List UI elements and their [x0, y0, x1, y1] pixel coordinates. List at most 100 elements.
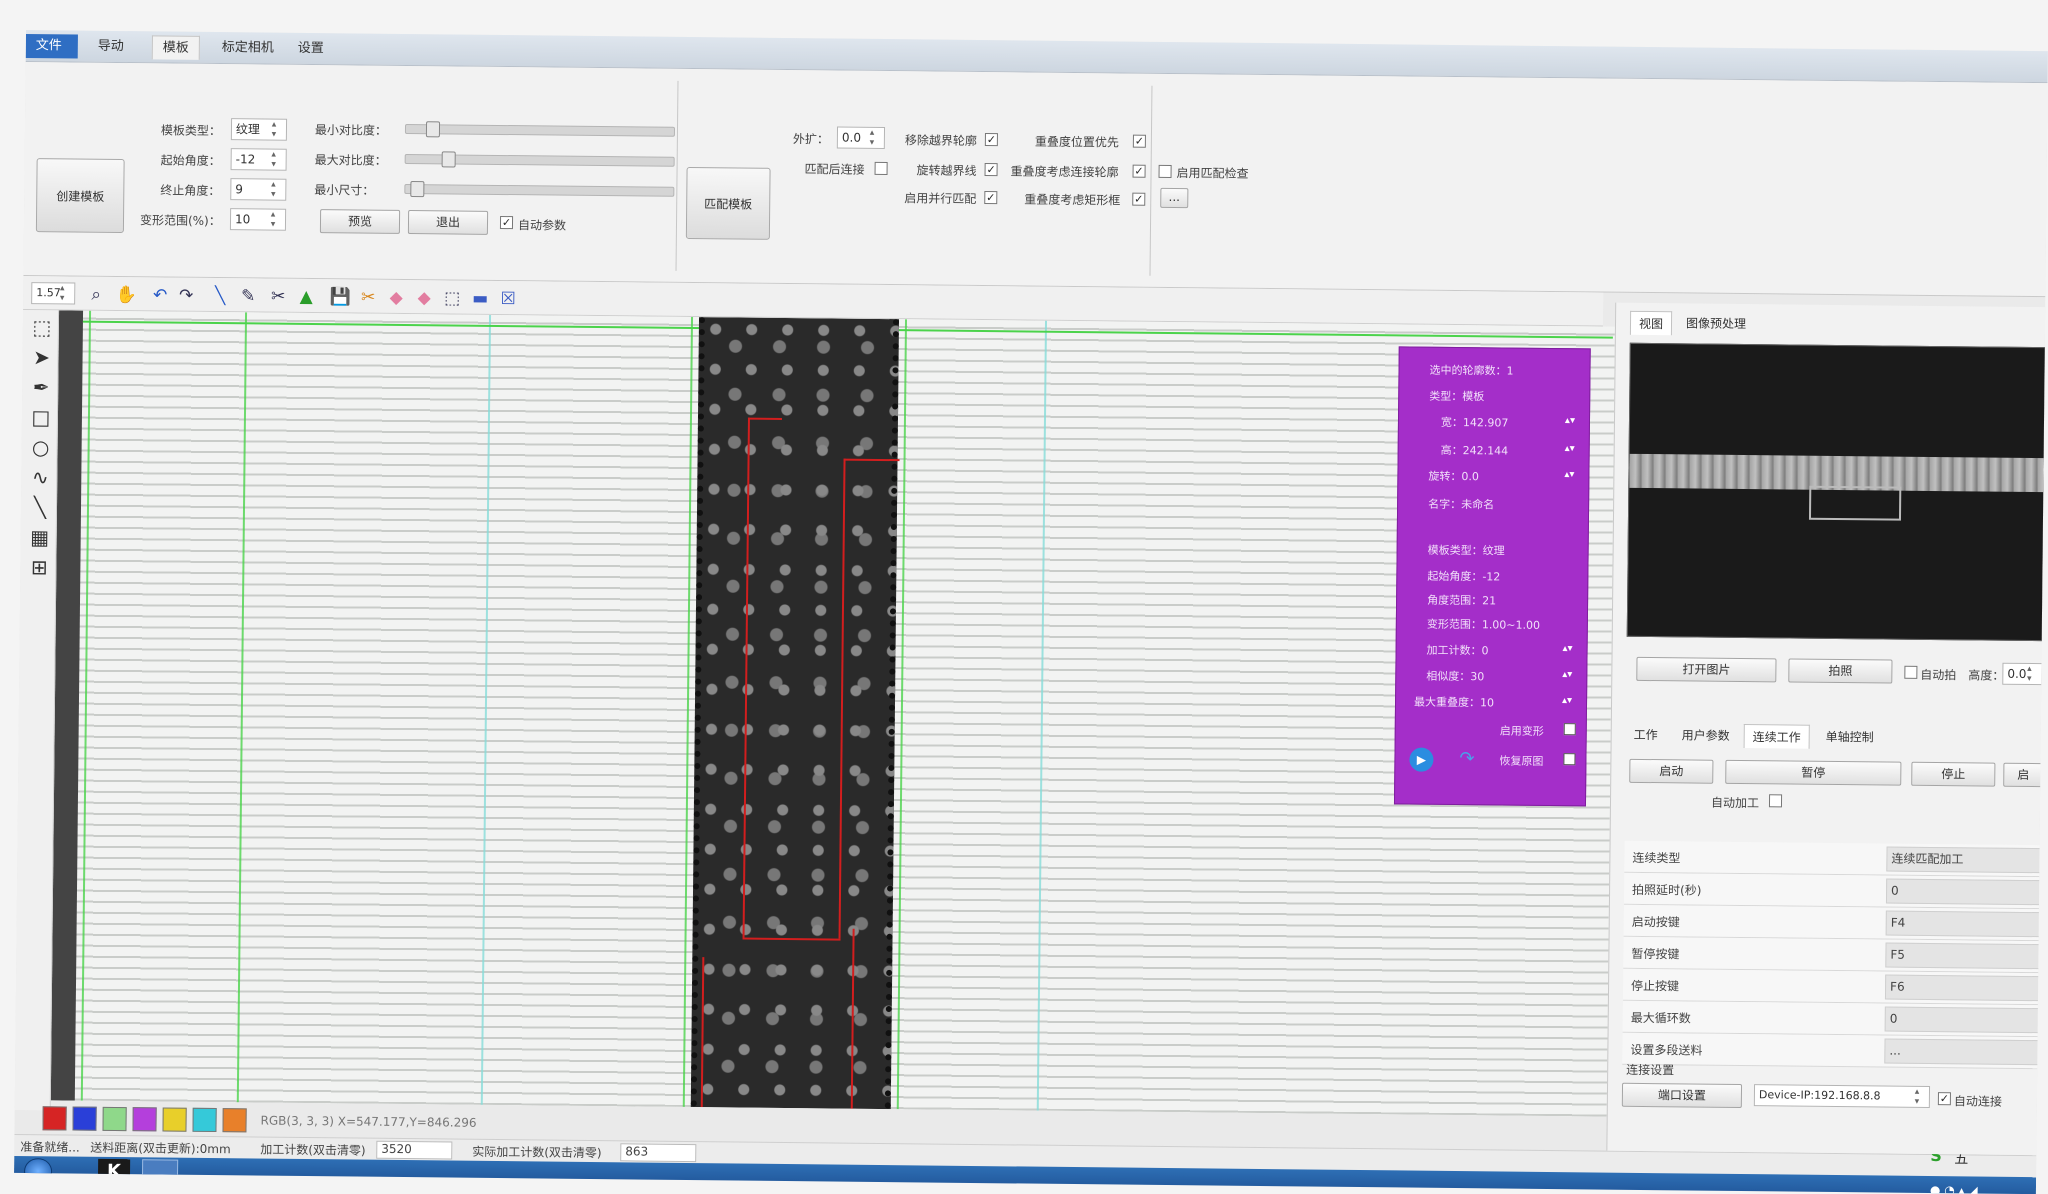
similarity-text[interactable]: 相似度：30 [1426, 668, 1484, 685]
redo-icon[interactable]: ↷ [175, 285, 197, 307]
port-settings-button[interactable]: 端口设置 [1622, 1083, 1742, 1108]
array-icon[interactable]: ⊞ [26, 554, 52, 580]
tab-user-params[interactable]: 用户参数 [1674, 723, 1738, 748]
color-swatch-purple[interactable] [132, 1107, 156, 1131]
play-icon[interactable]: ▶ [1409, 748, 1433, 772]
overlap-frame-checkbox[interactable]: ✓ [1132, 193, 1145, 206]
eraser-alt-icon[interactable]: ◆ [413, 287, 435, 309]
scissors-icon[interactable]: ✂ [267, 286, 289, 308]
pause-button[interactable]: 暂停 [1725, 760, 1901, 786]
create-template-button[interactable]: 创建模板 [36, 158, 125, 233]
enable-deform-checkbox[interactable] [1564, 723, 1576, 735]
preview-button[interactable]: 预览 [320, 209, 400, 234]
deform-range-input[interactable]: 10 [230, 208, 286, 231]
tab-continuous-work[interactable]: 连续工作 [1744, 724, 1810, 749]
rect-close-icon[interactable]: ☒ [497, 288, 519, 310]
pointer-icon[interactable]: ➤ [28, 344, 54, 370]
color-swatch-red[interactable] [42, 1106, 66, 1130]
redo-arrow-icon[interactable]: ↷ [1459, 748, 1474, 769]
line-icon[interactable]: ╲ [27, 494, 53, 520]
property-value[interactable]: 0 [1886, 879, 2046, 906]
tpl-type-text[interactable]: 模板类型：纹理 [1428, 542, 1505, 559]
exit-button[interactable]: 退出 [408, 210, 488, 235]
process-count-spinner-icon[interactable]: ▴▾ [1563, 643, 1573, 654]
rotation-spinner-icon[interactable]: ▴▾ [1564, 469, 1574, 480]
auto-param-checkbox[interactable]: ✓ [500, 216, 513, 229]
feed-distance[interactable]: 送料距离(双击更新):0mm [90, 1139, 231, 1157]
pipette-icon[interactable]: ✎ [237, 285, 259, 307]
zoom-input[interactable]: 1.57 [31, 282, 75, 304]
match-connect-checkbox[interactable] [875, 162, 888, 175]
tab-settings[interactable]: 设置 [288, 37, 334, 61]
start-button[interactable]: 启动 [1629, 759, 1713, 784]
auto-connect-checkbox[interactable]: ✓ [1938, 1092, 1951, 1105]
auto-process-checkbox[interactable] [1769, 794, 1782, 807]
color-swatch-yellow[interactable] [162, 1107, 186, 1131]
parallel-match-checkbox[interactable]: ✓ [984, 191, 997, 204]
save-icon[interactable]: 💾 [329, 286, 351, 308]
color-swatch-cyan[interactable] [192, 1108, 216, 1132]
width-spinner-icon[interactable]: ▴▾ [1565, 415, 1575, 426]
tab-template[interactable]: 模板 [152, 35, 200, 60]
cut-path-icon[interactable]: ✂ [357, 286, 379, 308]
tab-calibrate-camera[interactable]: 标定相机 [212, 36, 284, 61]
expand-input[interactable]: 0.0 [837, 126, 885, 149]
line-tool-icon[interactable]: ╲ [209, 285, 231, 307]
capture-button[interactable]: 拍照 [1788, 658, 1892, 683]
tab-work[interactable]: 工作 [1626, 723, 1666, 747]
start-angle-input[interactable]: -12 [231, 148, 287, 171]
property-value[interactable]: F5 [1885, 943, 2045, 970]
work-canvas[interactable] [51, 310, 1615, 1116]
undo-icon[interactable]: ↶ [149, 284, 171, 306]
eraser-icon[interactable]: ◆ [385, 287, 407, 309]
overlap-priority-checkbox[interactable]: ✓ [1133, 135, 1146, 148]
rectangle-icon[interactable]: □ [28, 404, 54, 430]
height-text[interactable]: 高：242.144 [1441, 442, 1509, 459]
min-contrast-thumb[interactable] [426, 121, 440, 137]
max-contrast-thumb[interactable] [441, 151, 455, 167]
tab-image-preprocess[interactable]: 图像预处理 [1678, 311, 1754, 336]
remove-border-contour-checkbox[interactable]: ✓ [985, 133, 998, 146]
circle-icon[interactable]: ○ [27, 434, 53, 460]
max-overlap-text[interactable]: 最大重叠度：10 [1414, 694, 1494, 711]
process-count-value[interactable]: 3520 [376, 1141, 452, 1160]
auto-capture-checkbox[interactable] [1904, 666, 1917, 679]
device-select[interactable]: Device-IP:192.168.8.8 [1754, 1084, 1930, 1108]
width-text[interactable]: 宽：142.907 [1441, 414, 1509, 431]
app-k-icon[interactable]: K [98, 1159, 130, 1185]
tab-single-axis[interactable]: 单轴控制 [1818, 725, 1882, 750]
height-input[interactable]: 0.0 [2002, 663, 2042, 685]
similarity-spinner-icon[interactable]: ▴▾ [1562, 669, 1572, 680]
max-overlap-spinner-icon[interactable]: ▴▾ [1562, 695, 1572, 706]
curve-icon[interactable]: ∿ [27, 464, 53, 490]
color-swatch-blue[interactable] [72, 1107, 96, 1131]
app-window-icon[interactable] [142, 1159, 178, 1185]
start-icon[interactable] [24, 1158, 52, 1184]
tray-icons[interactable]: ● ◔ ▴ ◢ [1930, 1183, 1978, 1194]
property-value[interactable]: F6 [1885, 975, 2045, 1002]
min-contrast-slider[interactable] [405, 124, 675, 137]
max-contrast-slider[interactable] [405, 154, 675, 167]
end-angle-input[interactable]: 9 [230, 178, 286, 201]
stop-button[interactable]: 停止 [1911, 762, 1995, 787]
restore-image-checkbox[interactable] [1563, 753, 1575, 765]
property-value[interactable]: 0 [1885, 1007, 2045, 1034]
height-spinner-icon[interactable]: ▴▾ [1565, 443, 1575, 454]
process-count-text[interactable]: 加工计数：0 [1427, 642, 1489, 659]
rotate-border-line-checkbox[interactable]: ✓ [985, 163, 998, 176]
property-value[interactable]: F4 [1886, 911, 2046, 938]
fill-icon[interactable]: ▲ [295, 286, 317, 308]
min-size-slider[interactable] [404, 184, 674, 197]
ellipsis-button[interactable]: ... [1160, 188, 1188, 208]
select-frame-icon[interactable]: ⬚ [29, 314, 55, 340]
match-check-checkbox[interactable] [1159, 165, 1172, 178]
template-type-select[interactable]: 纹理 [231, 118, 287, 141]
property-value[interactable]: 连续匹配加工 [1886, 847, 2046, 874]
open-image-button[interactable]: 打开图片 [1636, 657, 1776, 682]
node-tool-icon[interactable]: ⬚ [441, 287, 463, 309]
overlap-connect-checkbox[interactable]: ✓ [1133, 165, 1146, 178]
hand-icon[interactable]: ✋ [115, 284, 137, 306]
color-swatch-green[interactable] [102, 1107, 126, 1131]
match-template-button[interactable]: 匹配模板 [686, 167, 771, 240]
rotation-text[interactable]: 旋转：0.0 [1428, 468, 1479, 485]
